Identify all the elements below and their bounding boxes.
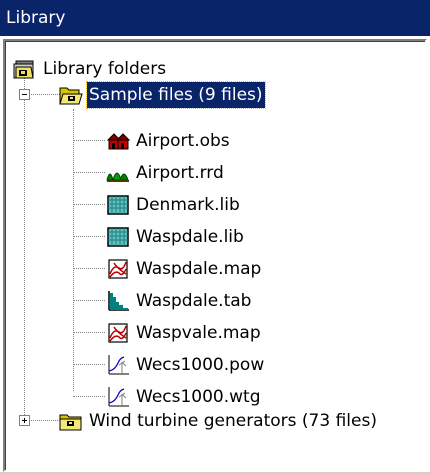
tree-item-airport-rrd[interactable]: Airport.rrd [106, 158, 226, 188]
library-folder-icon [13, 58, 37, 80]
tree-label-file: Airport.obs [136, 131, 230, 151]
closed-folder-icon [59, 410, 83, 432]
tree-label-file: Waspdale.tab [136, 291, 252, 311]
observed-wind-climate-icon [106, 290, 130, 312]
tree-node-wind-turbine-generators[interactable]: Wind turbine generators (73 files) [59, 406, 379, 436]
tree-item-waspdale-map[interactable]: Waspdale.map [106, 254, 263, 284]
library-tree-panel[interactable]: Library folders Sample files (9 files) A… [3, 39, 427, 472]
tree-item-waspvale-map[interactable]: Waspvale.map [106, 318, 263, 348]
tree-label-sample-files: Sample files (9 files) [86, 81, 266, 109]
tree-label-file: Waspvale.map [136, 323, 261, 343]
tree-item-denmark-lib[interactable]: Denmark.lib [106, 190, 242, 220]
map-file-icon [106, 322, 130, 344]
expand-wind-turbine-generators-button[interactable] [19, 415, 30, 426]
tree-item-waspdale-lib[interactable]: Waspdale.lib [106, 222, 246, 252]
tree-label-file: Airport.rrd [136, 163, 224, 183]
window-title: Library [0, 0, 430, 36]
wind-atlas-file-icon [106, 194, 130, 216]
tree-label-wind-turbine-generators: Wind turbine generators (73 files) [89, 411, 377, 431]
tree-node-sample-files[interactable]: Sample files (9 files) [59, 80, 266, 110]
tree-item-waspdale-tab[interactable]: Waspdale.tab [106, 286, 253, 316]
tree-label-file: Waspdale.lib [136, 227, 244, 247]
tree-connector-root [24, 77, 25, 421]
tree-label-file: Denmark.lib [136, 195, 240, 215]
map-file-icon [106, 258, 130, 280]
tree-item-wecs1000-pow[interactable]: Wecs1000.pow [106, 350, 266, 380]
obstacles-file-icon [106, 130, 131, 152]
tree-connector-sample [73, 109, 74, 391]
open-folder-icon [59, 84, 83, 106]
roughness-file-icon [106, 162, 130, 184]
tree-label-file: Waspdale.map [136, 259, 262, 279]
power-curve-file-icon [106, 354, 130, 376]
tree-label-root: Library folders [43, 59, 167, 79]
wind-atlas-file-icon [106, 226, 130, 248]
tree-label-file: Wecs1000.pow [136, 355, 265, 375]
wind-turbine-file-icon [106, 386, 130, 408]
tree-item-airport-obs[interactable]: Airport.obs [106, 126, 232, 156]
collapse-sample-files-button[interactable] [19, 89, 30, 100]
